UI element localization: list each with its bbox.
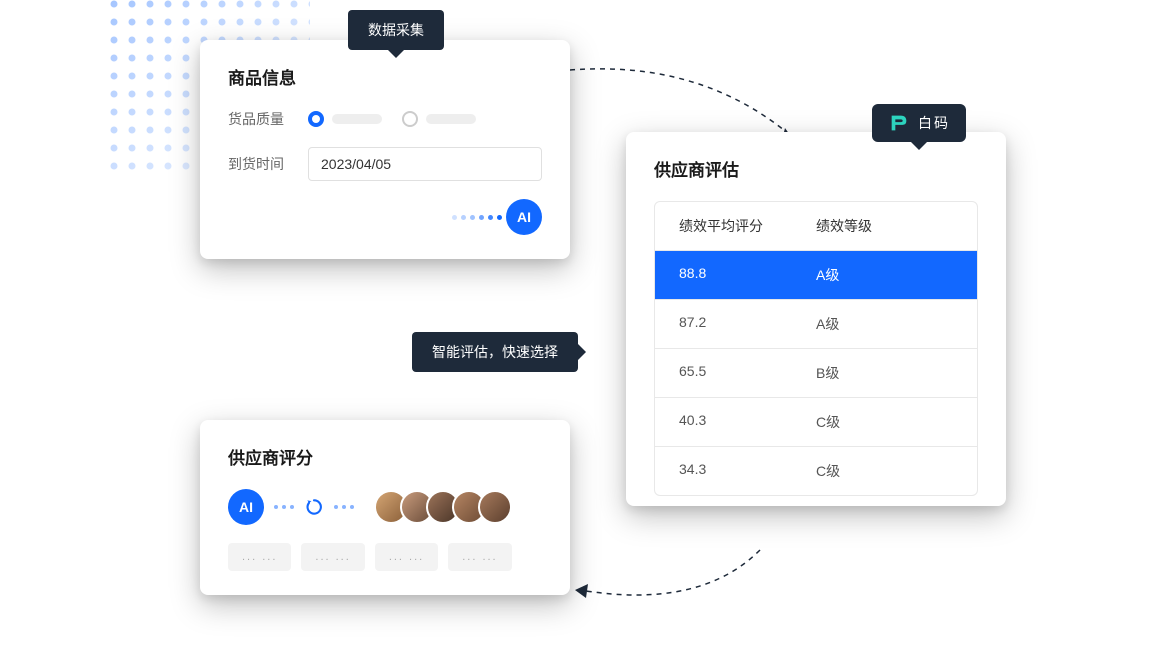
cell-score: 34.3 bbox=[679, 461, 816, 481]
table-row[interactable]: 34.3C级 bbox=[655, 446, 977, 495]
quality-label: 货品质量 bbox=[228, 109, 308, 129]
supplier-evaluation-card: 白码 供应商评估 绩效平均评分 绩效等级 88.8A级87.2A级65.5B级4… bbox=[626, 132, 1006, 506]
baima-text: 白码 bbox=[918, 113, 950, 133]
card-title: 供应商评分 bbox=[228, 444, 542, 469]
quality-radio-group bbox=[308, 111, 476, 127]
refresh-icon bbox=[304, 497, 324, 517]
placeholder-row: ... ... ... ... ... ... ... ... bbox=[228, 543, 542, 571]
table-row[interactable]: 65.5B级 bbox=[655, 348, 977, 397]
arrival-row: 到货时间 2023/04/05 bbox=[228, 147, 542, 181]
table-row[interactable]: 40.3C级 bbox=[655, 397, 977, 446]
badge-label: 智能评估，快速选择 bbox=[432, 344, 558, 360]
radio-bar bbox=[426, 114, 476, 124]
cell-score: 87.2 bbox=[679, 314, 816, 334]
quality-row: 货品质量 bbox=[228, 109, 542, 129]
cell-score: 65.5 bbox=[679, 363, 816, 383]
arrival-date-input[interactable]: 2023/04/05 bbox=[308, 147, 542, 181]
card-title: 商品信息 bbox=[228, 64, 542, 89]
radio-icon bbox=[308, 111, 324, 127]
cell-score: 40.3 bbox=[679, 412, 816, 432]
cell-level: B级 bbox=[816, 363, 953, 383]
smart-evaluation-badge: 智能评估，快速选择 bbox=[412, 332, 578, 372]
supplier-rating-card: 供应商评分 AI ... ... ... ... ... ... ... ... bbox=[200, 420, 570, 595]
radio-bar bbox=[332, 114, 382, 124]
arrow-card2-to-card3 bbox=[560, 540, 780, 620]
ai-badge: AI bbox=[228, 489, 264, 525]
cell-score: 88.8 bbox=[679, 265, 816, 285]
baima-logo-icon bbox=[888, 112, 910, 134]
arrival-label: 到货时间 bbox=[228, 154, 308, 174]
table-row[interactable]: 87.2A级 bbox=[655, 299, 977, 348]
data-collection-badge: 数据采集 bbox=[348, 10, 444, 50]
column-score: 绩效平均评分 bbox=[679, 216, 816, 236]
card-title: 供应商评估 bbox=[654, 156, 978, 181]
radio-icon bbox=[402, 111, 418, 127]
baima-brand-badge: 白码 bbox=[872, 104, 966, 142]
cell-level: A级 bbox=[816, 265, 953, 285]
avatar bbox=[478, 490, 512, 524]
table-header: 绩效平均评分 绩效等级 bbox=[655, 202, 977, 250]
rating-dots-left bbox=[274, 505, 294, 509]
column-level: 绩效等级 bbox=[816, 216, 953, 236]
placeholder-box: ... ... bbox=[448, 543, 511, 571]
ai-dots bbox=[452, 215, 502, 220]
rating-dots-right bbox=[334, 505, 354, 509]
product-info-card: 商品信息 货品质量 到货时间 2023/04/05 AI bbox=[200, 40, 570, 259]
placeholder-box: ... ... bbox=[375, 543, 438, 571]
table-row[interactable]: 88.8A级 bbox=[655, 250, 977, 299]
placeholder-box: ... ... bbox=[301, 543, 364, 571]
rating-row: AI bbox=[228, 489, 542, 525]
cell-level: C级 bbox=[816, 461, 953, 481]
radio-option-1[interactable] bbox=[308, 111, 382, 127]
placeholder-box: ... ... bbox=[228, 543, 291, 571]
badge-label: 数据采集 bbox=[368, 22, 424, 38]
ai-badge: AI bbox=[506, 199, 542, 235]
cell-level: C级 bbox=[816, 412, 953, 432]
cell-level: A级 bbox=[816, 314, 953, 334]
ai-indicator-row: AI bbox=[228, 199, 542, 235]
avatar-group bbox=[374, 490, 512, 524]
radio-option-2[interactable] bbox=[402, 111, 476, 127]
evaluation-table: 绩效平均评分 绩效等级 88.8A级87.2A级65.5B级40.3C级34.3… bbox=[654, 201, 978, 496]
